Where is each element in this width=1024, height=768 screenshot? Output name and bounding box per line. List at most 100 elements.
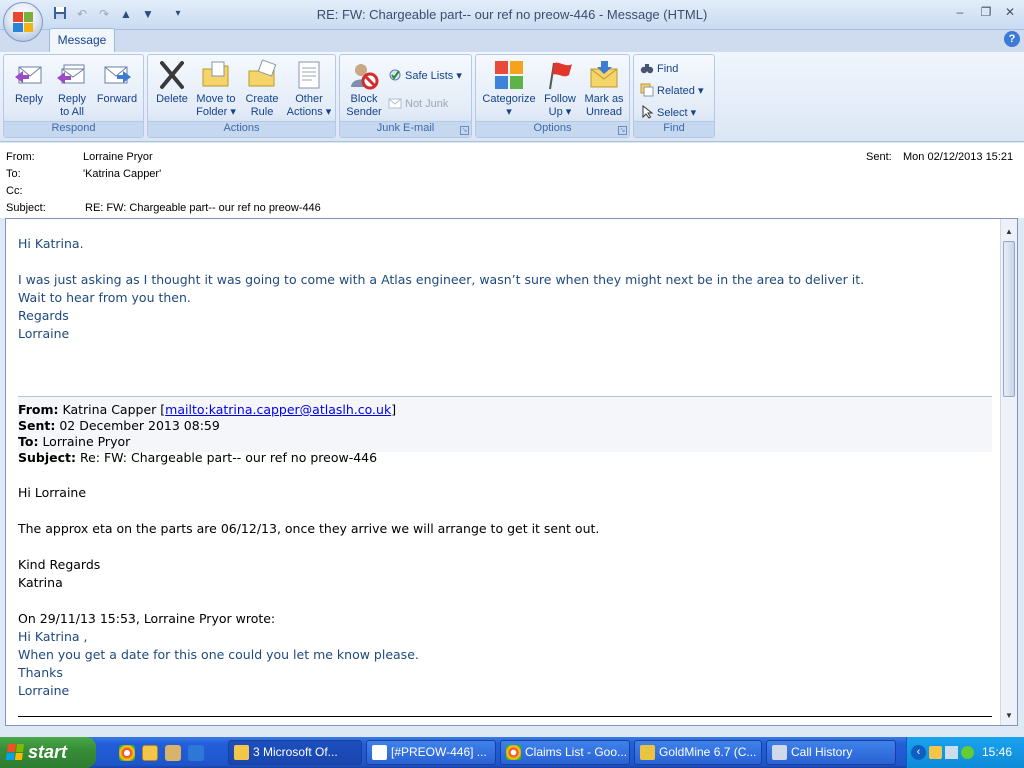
reply-label: Reply (14, 93, 44, 105)
quoted-subject: Subject: Re: FW: Chargeable part-- our r… (18, 450, 377, 465)
reply-button[interactable]: Reply (7, 59, 51, 119)
not-junk-button[interactable]: Not Junk (388, 95, 448, 113)
reply-icon (15, 66, 42, 84)
office-logo-icon (13, 12, 33, 32)
message-header: From: Lorraine Pryor To: 'Katrina Capper… (0, 143, 1024, 218)
message-body[interactable]: Hi Katrina. I was just asking as I thoug… (5, 218, 1018, 726)
not-junk-label: Not Junk (405, 98, 449, 110)
from-value[interactable]: Lorraine Pryor (83, 151, 153, 163)
task-label: [#PREOW-446] ... (391, 745, 487, 759)
to-label: To: (6, 168, 21, 180)
task-claims-list[interactable]: Claims List - Goo... (500, 740, 630, 765)
forward-label: Forward (96, 93, 138, 105)
task-call-history[interactable]: Call History (766, 740, 896, 765)
move-label-1: Move to (196, 93, 236, 105)
app-icon[interactable] (165, 745, 181, 761)
start-button[interactable]: start (0, 737, 96, 768)
task-preow[interactable]: [#PREOW-446] ... (366, 740, 496, 765)
scroll-up-icon[interactable]: ▲ (1003, 227, 1015, 239)
related-icon (640, 83, 654, 97)
follow-label-1: Follow (544, 93, 576, 105)
cursor-icon (642, 105, 654, 119)
mailto-link[interactable]: mailto:katrina.capper@atlaslh.co.uk (165, 402, 391, 417)
body-line: When you get a date for this one could y… (18, 647, 419, 662)
safe-lists-icon (389, 69, 401, 81)
related-button[interactable]: Related ▾ (640, 82, 704, 100)
quoted-subject-label: Subject: (18, 450, 76, 465)
related-label: Related ▾ (657, 85, 704, 97)
quoted-sent-value: 02 December 2013 08:59 (59, 418, 220, 433)
block-sender-icon (351, 64, 379, 90)
block-label-1: Block (350, 93, 378, 105)
follow-up-button[interactable]: Follow Up ▾ (540, 59, 580, 119)
to-value[interactable]: 'Katrina Capper' (83, 168, 161, 180)
quoted-from: From: Katrina Capper [mailto:katrina.cap… (18, 402, 396, 417)
task-label: GoldMine 6.7 (C... (659, 745, 757, 759)
move-label-2: Folder ▾ (196, 106, 236, 118)
task-microsoft-office[interactable]: 3 Microsoft Of... (228, 740, 362, 765)
create-rule-button[interactable]: Create Rule (240, 59, 284, 119)
network-tray-icon[interactable] (945, 746, 958, 759)
body-line: Lorraine (18, 683, 70, 698)
chrome-icon[interactable] (119, 745, 135, 761)
select-button[interactable]: Select ▾ (640, 104, 696, 122)
body-line: Thanks (18, 665, 63, 680)
cc-label: Cc: (6, 185, 23, 197)
ribbon: Reply Reply to All Forward Respond Delet… (0, 52, 1024, 142)
jira-task-icon (372, 745, 387, 760)
quoted-subject-value: Re: FW: Chargeable part-- our ref no pre… (79, 450, 378, 465)
block-sender-button[interactable]: Block Sender (342, 59, 386, 119)
tab-message[interactable]: Message (49, 28, 115, 52)
follow-up-flag-icon (549, 62, 572, 90)
phone-task-icon (772, 745, 787, 760)
categorize-button[interactable]: Categorize ▾ (480, 59, 538, 119)
title-bar: ↶ ↷ ▲ ▼ ▾ RE: FW: Chargeable part-- our … (0, 0, 1024, 30)
outlook-task-icon (234, 745, 249, 760)
body-line: Kind Regards (18, 557, 101, 572)
chrome-task-icon (506, 745, 521, 760)
mark-unread-icon (590, 61, 618, 88)
ie-icon[interactable] (188, 745, 204, 761)
forward-icon (104, 66, 131, 84)
reply-all-icon (57, 64, 85, 84)
junk-options-launcher-icon[interactable]: ↘ (460, 126, 469, 135)
help-icon[interactable]: ? (1004, 31, 1020, 47)
mark-as-unread-button[interactable]: Mark as Unread (582, 59, 626, 119)
body-line: On 29/11/13 15:53, Lorraine Pryor wrote: (18, 611, 276, 626)
forward-button[interactable]: Forward (94, 59, 140, 119)
body-line: Hi Katrina. (18, 236, 84, 251)
find-button[interactable]: Find (640, 60, 678, 78)
task-goldmine[interactable]: GoldMine 6.7 (C... (634, 740, 762, 765)
subject-value: RE: FW: Chargeable part-- our ref no pre… (85, 202, 321, 214)
quoted-from-label: From: (18, 402, 59, 417)
options-launcher-icon[interactable]: ↘ (618, 126, 627, 135)
mark-label-2: Unread (585, 106, 623, 118)
delete-button[interactable]: Delete (152, 59, 192, 119)
delete-label: Delete (156, 93, 188, 105)
group-respond: Reply Reply to All Forward Respond (3, 54, 144, 138)
select-label: Select ▾ (657, 107, 697, 119)
safe-lists-button[interactable]: Safe Lists ▾ (388, 67, 462, 85)
rule-label-2: Rule (250, 106, 274, 118)
quoted-to-value: Lorraine Pryor (42, 434, 131, 449)
group-options: Categorize ▾ Follow Up ▾ Mark as Unread … (475, 54, 630, 138)
status-tray-icon[interactable] (961, 746, 974, 759)
reply-all-button[interactable]: Reply to All (50, 59, 94, 119)
close-button[interactable]: ✕ (1000, 4, 1020, 20)
rule-label-1: Create (245, 93, 279, 105)
other-actions-button[interactable]: Other Actions ▾ (284, 59, 334, 119)
minimize-button[interactable]: – (950, 4, 970, 20)
scroll-thumb[interactable] (1003, 241, 1015, 397)
vertical-scrollbar[interactable]: ▲ ▼ (1000, 219, 1017, 725)
reply-all-label-2: to All (60, 106, 84, 118)
outlook-tray-icon[interactable] (929, 746, 942, 759)
move-to-folder-button[interactable]: Move to Folder ▾ (192, 59, 240, 119)
office-button[interactable] (3, 2, 43, 42)
outlook-icon[interactable] (142, 745, 158, 761)
restore-button[interactable]: ❐ (976, 4, 996, 20)
windows-logo-icon (5, 744, 25, 760)
sent-label: Sent: (866, 151, 892, 163)
other-label-2: Actions ▾ (286, 106, 332, 118)
scroll-down-icon[interactable]: ▼ (1003, 711, 1015, 723)
tray-expand-icon[interactable]: ‹ (911, 745, 926, 760)
